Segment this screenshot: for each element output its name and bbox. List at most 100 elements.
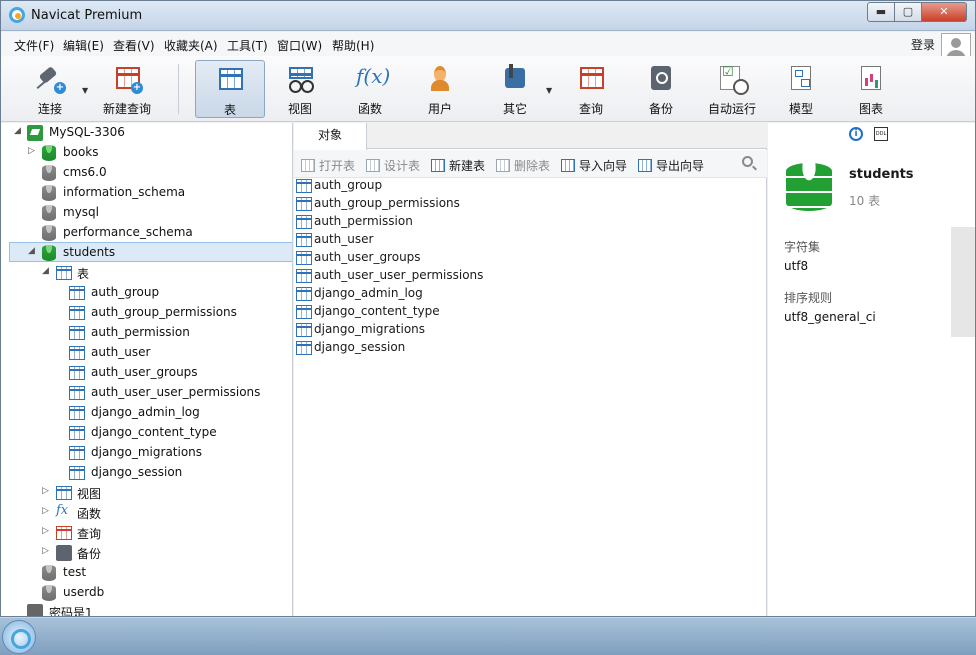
tree-table-item[interactable]: auth_user bbox=[1, 343, 292, 363]
object-list-item[interactable]: auth_user_groups bbox=[294, 249, 767, 267]
charset-label: 字符集 bbox=[784, 240, 821, 254]
tab-bar: 对象 bbox=[294, 123, 767, 150]
maximize-button[interactable]: ▢ bbox=[894, 2, 922, 22]
auto-run-button[interactable]: 自动运行 bbox=[701, 60, 763, 118]
function-icon: f(x) bbox=[356, 64, 391, 88]
tree-table-item[interactable]: django_admin_log bbox=[1, 403, 292, 423]
collapse-arrow-icon[interactable]: ◢ bbox=[42, 266, 49, 276]
object-list-item[interactable]: django_content_type bbox=[294, 303, 767, 321]
chart-button[interactable]: 图表 bbox=[844, 60, 898, 118]
function-folder-icon: fx bbox=[56, 503, 69, 518]
function-button[interactable]: f(x) 函数 bbox=[343, 60, 397, 118]
expand-arrow-icon[interactable]: ▷ bbox=[42, 526, 49, 536]
new-table-button[interactable]: 新建表 bbox=[431, 157, 485, 174]
tree-folder-backups[interactable]: ▷ 备份 bbox=[1, 543, 292, 563]
tree-table-item[interactable]: django_content_type bbox=[1, 423, 292, 443]
menu-edit[interactable]: 编辑(E) bbox=[63, 37, 104, 54]
connection-icon bbox=[27, 604, 43, 616]
object-list-item[interactable]: django_migrations bbox=[294, 321, 767, 339]
tab-objects[interactable]: 对象 bbox=[294, 123, 367, 150]
connect-dropdown-icon[interactable]: ▼ bbox=[82, 86, 88, 95]
tree-table-item[interactable]: auth_user_groups bbox=[1, 363, 292, 383]
expand-arrow-icon[interactable]: ▷ bbox=[42, 486, 49, 496]
close-button[interactable]: ✕ bbox=[921, 2, 967, 22]
tree-db-books[interactable]: ▷ books bbox=[1, 143, 292, 163]
tree-db-students[interactable]: ◢ students bbox=[9, 242, 292, 262]
view-button[interactable]: 视图 bbox=[273, 60, 327, 118]
tree-folder-functions[interactable]: ▷ fx 函数 bbox=[1, 503, 292, 523]
tree-table-item[interactable]: auth_group_permissions bbox=[1, 303, 292, 323]
object-list-item[interactable]: auth_group_permissions bbox=[294, 195, 767, 213]
database-icon bbox=[42, 585, 56, 601]
database-icon bbox=[42, 225, 56, 241]
main-toolbar: + 连接 ▼ + 新建查询 表 视图 f(x) 函数 用户 其它 ▼ 查询 备份… bbox=[1, 56, 975, 122]
tree-table-item[interactable]: auth_group bbox=[1, 283, 292, 303]
tree-connection-mysql[interactable]: ◢ MySQL-3306 bbox=[1, 123, 292, 143]
expand-arrow-icon[interactable]: ▷ bbox=[28, 146, 35, 156]
tree-folder-queries[interactable]: ▷ 查询 bbox=[1, 523, 292, 543]
tree-folder-views[interactable]: ▷ 视图 bbox=[1, 483, 292, 503]
tree-folder-tables[interactable]: ◢ 表 bbox=[1, 263, 292, 283]
tree-db-cms[interactable]: cms6.0 bbox=[1, 163, 292, 183]
collapse-arrow-icon[interactable]: ◢ bbox=[14, 126, 21, 136]
connect-button[interactable]: + 连接 bbox=[21, 60, 79, 118]
delete-table-button[interactable]: 删除表 bbox=[496, 157, 550, 174]
minimize-button[interactable]: ▬ bbox=[867, 2, 895, 22]
search-icon[interactable] bbox=[742, 156, 753, 167]
backup-button[interactable]: 备份 bbox=[634, 60, 688, 118]
tree-db-performance-schema[interactable]: performance_schema bbox=[1, 223, 292, 243]
menu-tools[interactable]: 工具(T) bbox=[227, 37, 268, 54]
view-icon bbox=[286, 64, 314, 93]
tree-table-item[interactable]: auth_permission bbox=[1, 323, 292, 343]
object-list-item[interactable]: auth_user bbox=[294, 231, 767, 249]
tree-table-item[interactable]: auth_user_user_permissions bbox=[1, 383, 292, 403]
menu-file[interactable]: 文件(F) bbox=[14, 37, 54, 54]
design-table-button[interactable]: 设计表 bbox=[366, 157, 420, 174]
table-icon bbox=[296, 341, 312, 355]
scrollbar[interactable] bbox=[951, 227, 975, 337]
other-dropdown-icon[interactable]: ▼ bbox=[546, 86, 552, 95]
tree-db-userdb[interactable]: userdb bbox=[1, 583, 292, 603]
export-wizard-button[interactable]: 导出向导 bbox=[638, 157, 704, 174]
object-list-item[interactable]: django_session bbox=[294, 339, 767, 357]
tree-db-test[interactable]: test bbox=[1, 563, 292, 583]
object-list-item[interactable]: auth_permission bbox=[294, 213, 767, 231]
open-table-button[interactable]: 打开表 bbox=[301, 157, 355, 174]
menu-window[interactable]: 窗口(W) bbox=[277, 37, 322, 54]
query-button[interactable]: 查询 bbox=[564, 60, 618, 118]
new-query-button[interactable]: + 新建查询 bbox=[95, 60, 159, 118]
menu-help[interactable]: 帮助(H) bbox=[332, 37, 374, 54]
object-list-item[interactable]: auth_user_user_permissions bbox=[294, 267, 767, 285]
collation-value: utf8_general_ci bbox=[784, 310, 876, 324]
tree-connection-other[interactable]: 密码是1 bbox=[1, 602, 292, 616]
tree-table-item[interactable]: django_session bbox=[1, 463, 292, 483]
expand-arrow-icon[interactable]: ▷ bbox=[42, 506, 49, 516]
tree-table-item[interactable]: django_migrations bbox=[1, 443, 292, 463]
tree-db-information-schema[interactable]: information_schema bbox=[1, 183, 292, 203]
model-button[interactable]: 模型 bbox=[774, 60, 828, 118]
object-list-item[interactable]: auth_group bbox=[294, 177, 767, 195]
login-link[interactable]: 登录 bbox=[911, 36, 935, 53]
table-icon bbox=[296, 197, 312, 211]
table-icon bbox=[296, 215, 312, 229]
object-toolbar: 打开表 设计表 新建表 删除表 导入向导 导出向导 bbox=[294, 150, 767, 178]
navicat-taskbar-icon[interactable] bbox=[2, 620, 36, 654]
menu-favorites[interactable]: 收藏夹(A) bbox=[164, 37, 218, 54]
table-icon bbox=[69, 406, 85, 420]
table-folder-icon bbox=[56, 266, 72, 280]
ddl-icon[interactable]: DDL bbox=[874, 127, 888, 141]
table-button[interactable]: 表 bbox=[195, 60, 265, 118]
info-icon[interactable]: i bbox=[849, 127, 863, 141]
table-icon bbox=[296, 323, 312, 337]
table-icon bbox=[69, 466, 85, 480]
object-list-item[interactable]: django_admin_log bbox=[294, 285, 767, 303]
collapse-arrow-icon[interactable]: ◢ bbox=[28, 246, 35, 256]
other-button[interactable]: 其它 bbox=[488, 60, 542, 118]
import-wizard-button[interactable]: 导入向导 bbox=[561, 157, 627, 174]
tree-db-mysql[interactable]: mysql bbox=[1, 203, 292, 223]
expand-arrow-icon[interactable]: ▷ bbox=[42, 546, 49, 556]
menu-view[interactable]: 查看(V) bbox=[113, 37, 155, 54]
new-table-icon bbox=[431, 159, 445, 172]
object-panel: 对象 打开表 设计表 新建表 删除表 导入向导 导出向导 auth_group a… bbox=[294, 123, 767, 616]
user-button[interactable]: 用户 bbox=[413, 60, 467, 118]
